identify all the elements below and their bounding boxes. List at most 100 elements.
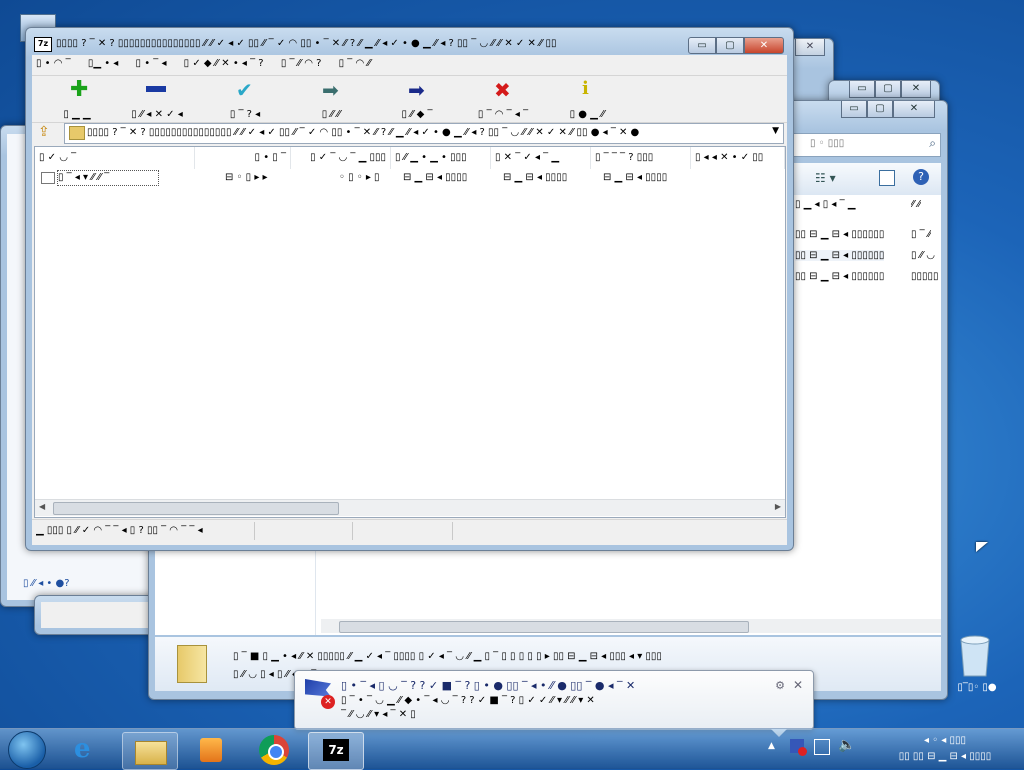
taskbar-file-explorer[interactable] xyxy=(122,732,178,770)
scroll-left-icon[interactable]: ◀ xyxy=(39,502,45,511)
column-header-date[interactable]: ▯ ▁ ◂ ▯ ◂ ‾ ▁ xyxy=(795,199,856,210)
menu-file[interactable]: ▯ • ◠ ‾ xyxy=(36,58,71,69)
menu-help[interactable]: ▯ ‾ ◠ ⁄⁄ xyxy=(339,58,371,69)
app-icon-7z: 7z xyxy=(34,37,52,52)
start-button[interactable] xyxy=(8,731,46,769)
column-accessed[interactable]: ▯ ‾ ‾ ‾ ? ▯▯▯ xyxy=(591,147,691,169)
horizontal-scrollbar[interactable] xyxy=(321,619,941,633)
file-row-date[interactable]: ▯▯ ⊟ ▁ ⊟ ◂ ▯▯▯▯▯▯ xyxy=(795,229,884,240)
file-icon xyxy=(41,172,55,184)
settings-wrench-icon[interactable]: ⚙ xyxy=(775,679,785,692)
address-bar: ⇪ ▯▯▯▯ ? ‾ ✕ ? ▯▯▯▯▯▯▯▯▯▯▯▯▯▯▯ ⁄⁄ ⁄⁄ ✓ ◂… xyxy=(32,122,787,144)
close-icon[interactable]: ✕ xyxy=(744,37,784,54)
column-size[interactable]: ▯ • ▯ ‾ xyxy=(195,147,291,169)
action-center-error-icon[interactable] xyxy=(790,739,807,756)
network-icon[interactable] xyxy=(814,739,830,755)
internet-explorer-icon: e xyxy=(74,734,91,764)
search-placeholder: ▯ ◦ ▯▯▯ xyxy=(810,138,845,149)
column-packed-size[interactable]: ▯ ✓ ‾ ◡ ‾ ▁ ▯▯▯ xyxy=(291,147,391,169)
file-row-type: ▯ ‾ ⁄⁄ xyxy=(911,229,932,240)
copy-icon: ➡ xyxy=(322,78,339,102)
list-header: ▯ ✓ ◡ ‾ ▯ • ▯ ‾ ▯ ✓ ‾ ◡ ‾ ▁ ▯▯▯ ▯ ⁄⁄ ▁ •… xyxy=(35,147,785,169)
status-divider xyxy=(452,522,453,540)
media-player-icon xyxy=(200,738,222,762)
add-button[interactable]: ✚ ▯ ▁ ▁ xyxy=(42,76,112,121)
notification-balloon[interactable]: ✕ ▯ • ‾ ◂ ▯ ◡ ‾ ? ? ✓ ■ ‾ ? ▯ • ● ▯▯ ‾ ◂… xyxy=(294,670,814,737)
menu-bar: ▯ • ◠ ‾ ▯▁ • ◂ ▯ • ‾ ◂ ▯ ✓ ◆ ⁄⁄ ✕ • ◂ ‾ … xyxy=(36,58,776,74)
address-combo[interactable]: ▯▯▯▯ ? ‾ ✕ ? ▯▯▯▯▯▯▯▯▯▯▯▯▯▯▯ ⁄⁄ ⁄⁄ ✓ ◂ ✓… xyxy=(64,123,784,144)
column-modified[interactable]: ▯ ⁄⁄ ▁ • ▁ • ▯▯▯ xyxy=(391,147,491,169)
sevenzip-client: ▯ • ◠ ‾ ▯▁ • ◂ ▯ • ‾ ◂ ▯ ✓ ◆ ⁄⁄ ✕ • ◂ ‾ … xyxy=(32,55,787,545)
delete-icon: ✖ xyxy=(494,78,511,102)
maximize-icon[interactable]: ▢ xyxy=(867,101,893,118)
folder-icon xyxy=(69,126,85,140)
delete-button[interactable]: ✖ ▯ ‾ ◠ ‾ ◂ ‾ xyxy=(468,76,538,120)
notification-line-1: ▯ • ‾ ◂ ▯ ◡ ‾ ? ? ✓ ■ ‾ ? ▯ • ● ▯▯ ‾ ◂ •… xyxy=(341,679,636,692)
left-pane-link[interactable]: ▯ ⁄⁄ ◂ • ●? xyxy=(23,578,70,589)
minimize-icon[interactable]: ▭ xyxy=(841,101,867,118)
move-button[interactable]: ➡ ▯ ⁄⁄ ◆ ‾ xyxy=(382,76,452,120)
taskbar-media-player[interactable] xyxy=(184,732,238,768)
search-icon: ⌕ xyxy=(929,136,936,150)
status-divider xyxy=(254,522,255,540)
menu-view[interactable]: ▯ • ‾ ◂ xyxy=(136,58,167,69)
extract-button[interactable]: ▯ ⁄⁄ ◂ ✕ ✓ ◂ xyxy=(122,76,192,120)
clock-time[interactable]: ◂ ◦ ◂ ▯▯▯ xyxy=(870,735,1020,746)
test-icon: ✔ xyxy=(236,78,253,102)
window-title: ▯▯▯▯ ? ‾ ✕ ? ▯▯▯▯▯▯▯▯▯▯▯▯▯▯▯ ⁄⁄ ⁄⁄ ✓ ◂ ✓… xyxy=(56,38,557,49)
copy-button[interactable]: ➡ ▯ ⁄⁄ ⁄⁄ xyxy=(296,76,366,120)
close-icon[interactable]: ✕ xyxy=(901,81,931,98)
taskbar-7zip[interactable]: 7z xyxy=(308,732,364,770)
scroll-right-icon[interactable]: ▶ xyxy=(775,502,781,511)
volume-muted-icon[interactable]: 🔈 xyxy=(838,737,855,753)
notification-line-3: ‾ ⁄⁄ ◡ ⁄⁄ ▾ ◂ ‾ ✕ ▯ xyxy=(341,709,416,720)
address-path: ▯▯▯▯ ? ‾ ✕ ? ▯▯▯▯▯▯▯▯▯▯▯▯▯▯▯ ⁄⁄ ⁄⁄ ✓ ◂ ✓… xyxy=(87,127,640,138)
maximize-icon[interactable]: ▢ xyxy=(875,81,901,98)
chevron-down-icon[interactable]: ▼ xyxy=(772,126,779,136)
taskbar-chrome[interactable] xyxy=(246,732,300,768)
column-created[interactable]: ▯ ✕ ‾ ✓ ◂ ‾ ▁ xyxy=(491,147,591,169)
scrollbar-thumb[interactable] xyxy=(53,502,339,515)
close-icon[interactable]: ✕ xyxy=(893,101,935,118)
status-bar: ▁ ▯▯▯ ▯ ⁄⁄ ✓ ◠ ‾ ‾ ◂ ▯ ? ▯▯ ‾ ◠ ‾ ‾ ◂ xyxy=(32,519,787,542)
up-folder-icon[interactable]: ⇪ xyxy=(38,124,50,140)
row-modified: ⊟ ▁ ⊟ ◂ ▯▯▯▯ xyxy=(403,172,468,183)
file-list: ▯ ✓ ◡ ‾ ▯ • ▯ ‾ ▯ ✓ ‾ ◡ ‾ ▁ ▯▯▯ ▯ ⁄⁄ ▁ •… xyxy=(34,146,786,518)
taskbar-internet-explorer[interactable]: e xyxy=(60,732,114,768)
info-button[interactable]: i ▯ ● ▁ ⁄⁄ xyxy=(552,76,622,120)
add-icon: ✚ xyxy=(70,77,89,102)
horizontal-scrollbar[interactable]: ◀ ▶ xyxy=(35,499,785,516)
help-icon[interactable]: ? xyxy=(913,169,929,185)
details-line-1: ▯ ‾ ■ ▯ ▁ • ◂ ⁄⁄ ✕ ▯▯▯▯▯ ⁄⁄ ▁ ✓ ◂ ‾ ▯▯▯▯… xyxy=(233,651,662,662)
minimize-icon[interactable]: ▭ xyxy=(849,81,875,98)
column-header-type[interactable]: ⁄⁄ ⁄⁄ xyxy=(911,199,921,210)
views-icon[interactable]: ☷ ▾ xyxy=(815,171,836,185)
close-icon[interactable]: ✕ xyxy=(795,39,825,56)
file-row-date[interactable]: ▯▯ ⊟ ▁ ⊟ ◂ ▯▯▯▯▯▯ xyxy=(795,271,884,282)
menu-favorites[interactable]: ▯ ✓ ◆ ⁄⁄ ✕ • ◂ ‾ ? xyxy=(184,58,264,69)
recycle-bin-icon[interactable] xyxy=(955,630,995,680)
close-icon[interactable]: ✕ xyxy=(793,678,803,692)
file-row-type: ▯▯▯▯▯ xyxy=(911,271,939,282)
row-name: ▯ ‾ ◂ ▾ ⁄⁄ ⁄⁄ ‾ xyxy=(57,170,159,186)
sevenzip-icon: 7z xyxy=(323,739,349,761)
show-hidden-icons-icon[interactable]: ▲ xyxy=(768,741,775,751)
column-name[interactable]: ▯ ✓ ◡ ‾ xyxy=(35,147,195,169)
search-box[interactable]: ▯ ◦ ▯▯▯ ⌕ xyxy=(789,133,941,157)
scrollbar-thumb[interactable] xyxy=(339,621,749,633)
table-row[interactable]: ▯ ‾ ◂ ▾ ⁄⁄ ⁄⁄ ‾ ⊟ ◦ ▯ ▸ ▸ ◦ ▯ ◦ ▸ ▯ ⊟ ▁ … xyxy=(35,169,785,187)
toolbar: ✚ ▯ ▁ ▁ ▯ ⁄⁄ ◂ ✕ ✓ ◂ ✔ ▯ ‾ ? ◂ ➡ ▯ ⁄⁄ ⁄⁄… xyxy=(32,75,787,123)
background-window-bottom[interactable] xyxy=(34,595,166,635)
test-button[interactable]: ✔ ▯ ‾ ? ◂ xyxy=(210,76,280,120)
file-row-type: ▯ ⁄⁄ ◡ xyxy=(911,250,935,261)
clock-date[interactable]: ▯▯ ▯▯ ⊟ ▁ ⊟ ◂ ▯▯▯▯ xyxy=(870,751,1020,762)
minimize-icon[interactable]: ▭ xyxy=(688,37,716,54)
preview-pane-icon[interactable] xyxy=(879,170,895,186)
maximize-icon[interactable]: ▢ xyxy=(716,37,744,54)
menu-tools[interactable]: ▯ ‾ ⁄⁄ ◠ ? xyxy=(281,58,322,69)
sevenzip-window[interactable]: 7z ▯▯▯▯ ? ‾ ✕ ? ▯▯▯▯▯▯▯▯▯▯▯▯▯▯▯ ⁄⁄ ⁄⁄ ✓ … xyxy=(25,27,794,551)
menu-edit[interactable]: ▯▁ • ◂ xyxy=(88,58,118,69)
file-row-date[interactable]: ▯▯ ⊟ ▁ ⊟ ◂ ▯▯▯▯▯▯ xyxy=(795,250,885,261)
notification-line-2: ▯ ‾ • ‾ ◡ ▁ ⁄⁄ ◆ • ‾ ◂ ◡ ‾ ? ? ✓ ■ ‾ ? ▯… xyxy=(341,695,595,706)
column-attributes[interactable]: ▯ ◂ ◂ ✕ • ✓ ▯▯ xyxy=(691,147,785,169)
